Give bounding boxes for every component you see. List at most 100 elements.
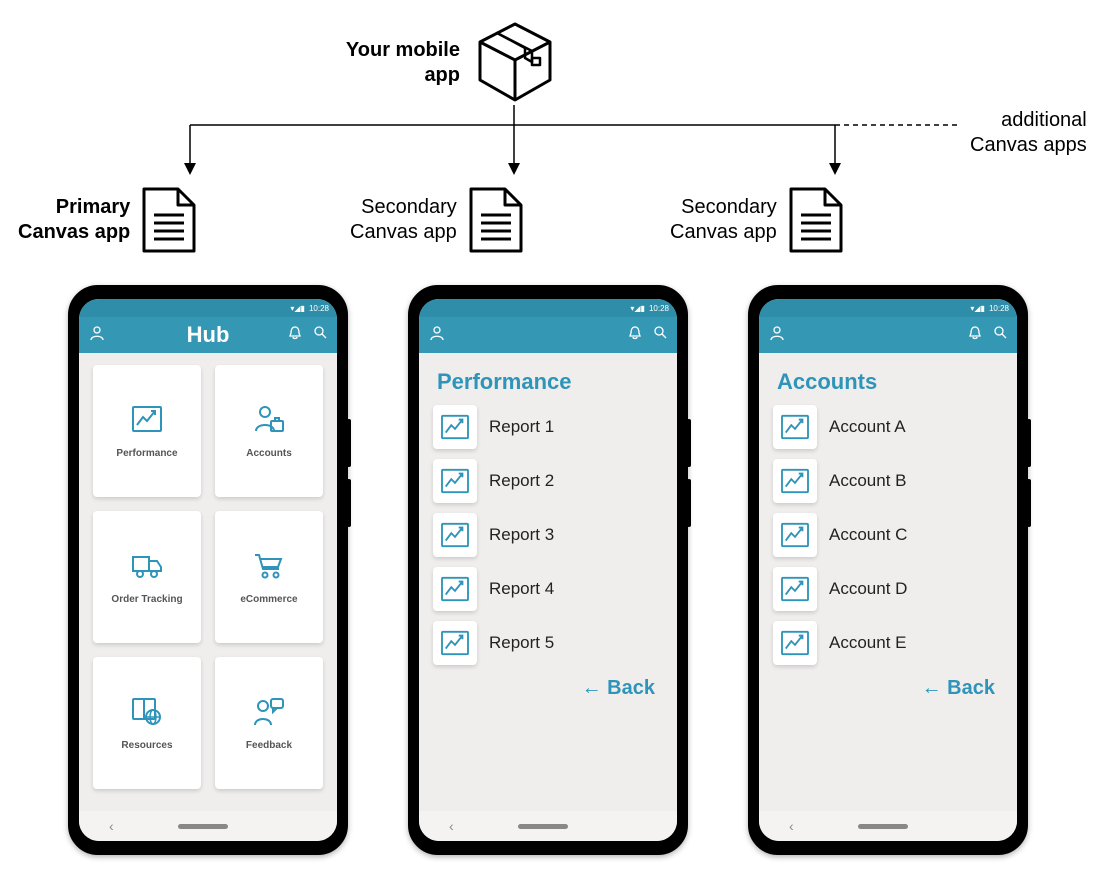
- package-icon: [470, 18, 560, 108]
- list-item[interactable]: Account B: [773, 459, 1003, 503]
- mobile-app-label: Your mobileapp: [320, 38, 460, 88]
- list-item-label: Report 3: [489, 525, 554, 545]
- nav-home-pill[interactable]: [518, 824, 568, 829]
- bell-icon[interactable]: [627, 325, 643, 346]
- nav-home-pill[interactable]: [178, 824, 228, 829]
- list-item-label: Account A: [829, 417, 906, 437]
- android-nav-bar: ‹: [759, 811, 1017, 841]
- list-column: Account A Account B Account C Account D: [773, 405, 1003, 665]
- nav-back-icon[interactable]: ‹: [789, 818, 794, 834]
- list-item[interactable]: Report 1: [433, 405, 663, 449]
- chart-icon: [433, 459, 477, 503]
- status-time: 10:28: [649, 304, 669, 313]
- status-bar: ▾◢▮10:28: [79, 299, 337, 317]
- chart-icon: [433, 513, 477, 557]
- back-link[interactable]: ← Back: [773, 677, 1003, 700]
- status-time: 10:28: [309, 304, 329, 313]
- person-briefcase-icon: [251, 403, 287, 440]
- phone-mockup: ▾◢▮10:28 Accounts Account A: [748, 285, 1028, 855]
- chart-icon: [773, 621, 817, 665]
- android-nav-bar: ‹: [419, 811, 677, 841]
- app-header: [759, 317, 1017, 353]
- android-nav-bar: ‹: [79, 811, 337, 841]
- app-header: Hub: [79, 317, 337, 353]
- hub-tile-label: Order Tracking: [111, 594, 182, 605]
- list-item[interactable]: Report 5: [433, 621, 663, 665]
- doc-labels-row: PrimaryCanvas app SecondaryCanvas app: [0, 185, 1103, 275]
- list-item[interactable]: Report 4: [433, 567, 663, 611]
- chart-icon: [773, 567, 817, 611]
- status-bar: ▾◢▮10:28: [419, 299, 677, 317]
- primary-doc-group: PrimaryCanvas app: [18, 185, 198, 255]
- hub-tile-order-tracking[interactable]: Order Tracking: [93, 511, 201, 643]
- cart-icon: [251, 549, 287, 586]
- app-body: Performance Report 1 Report 2 Report 3: [419, 353, 677, 811]
- header-title: Hub: [187, 322, 230, 348]
- list-item-label: Account B: [829, 471, 907, 491]
- hub-tile-label: eCommerce: [240, 594, 297, 605]
- document-icon: [467, 185, 525, 255]
- profile-icon[interactable]: [429, 325, 445, 346]
- nav-home-pill[interactable]: [858, 824, 908, 829]
- nav-back-icon[interactable]: ‹: [109, 818, 114, 834]
- section-title: Accounts: [777, 369, 1003, 395]
- hub-tile-resources[interactable]: Resources: [93, 657, 201, 789]
- search-icon[interactable]: [313, 325, 327, 346]
- hub-grid: Performance Accounts Order Tracking eCom…: [93, 365, 323, 799]
- book-globe-icon: [129, 695, 165, 732]
- app-body: Accounts Account A Account B Account C: [759, 353, 1017, 811]
- status-bar: ▾◢▮10:28: [759, 299, 1017, 317]
- phone-screen: ▾◢▮10:28 Hub Performance: [79, 299, 337, 841]
- list-item[interactable]: Account C: [773, 513, 1003, 557]
- bell-icon[interactable]: [287, 325, 303, 346]
- document-icon: [140, 185, 198, 255]
- list-item-label: Account C: [829, 525, 907, 545]
- app-body: Performance Accounts Order Tracking eCom…: [79, 353, 337, 811]
- phone-screen: ▾◢▮10:28 Performance Report 1: [419, 299, 677, 841]
- search-icon[interactable]: [993, 325, 1007, 346]
- additional-apps-label: additionalCanvas apps: [970, 108, 1087, 158]
- list-item-label: Report 4: [489, 579, 554, 599]
- person-chat-icon: [251, 695, 287, 732]
- truck-icon: [129, 549, 165, 586]
- chart-icon: [433, 405, 477, 449]
- phone-mockup: ▾◢▮10:28 Performance Report 1: [408, 285, 688, 855]
- hub-tile-feedback[interactable]: Feedback: [215, 657, 323, 789]
- phone-mockup: ▾◢▮10:28 Hub Performance: [68, 285, 348, 855]
- list-column: Report 1 Report 2 Report 3 Report 4: [433, 405, 663, 665]
- list-item[interactable]: Account D: [773, 567, 1003, 611]
- hub-tile-ecommerce[interactable]: eCommerce: [215, 511, 323, 643]
- phones-row: ▾◢▮10:28 Hub Performance: [68, 285, 1038, 855]
- list-item-label: Account D: [829, 579, 907, 599]
- chart-icon: [433, 567, 477, 611]
- list-item[interactable]: Account A: [773, 405, 1003, 449]
- secondary-doc-label-2: SecondaryCanvas app: [670, 195, 777, 245]
- list-item[interactable]: Report 3: [433, 513, 663, 557]
- list-item-label: Report 2: [489, 471, 554, 491]
- hub-tile-label: Performance: [116, 448, 177, 459]
- chart-icon: [773, 405, 817, 449]
- section-title: Performance: [437, 369, 663, 395]
- bell-icon[interactable]: [967, 325, 983, 346]
- chart-icon: [433, 621, 477, 665]
- hub-tile-label: Feedback: [246, 740, 292, 751]
- phone-screen: ▾◢▮10:28 Accounts Account A: [759, 299, 1017, 841]
- list-item[interactable]: Account E: [773, 621, 1003, 665]
- primary-doc-label: PrimaryCanvas app: [18, 195, 130, 245]
- nav-back-icon[interactable]: ‹: [449, 818, 454, 834]
- status-time: 10:28: [989, 304, 1009, 313]
- list-item[interactable]: Report 2: [433, 459, 663, 503]
- hub-tile-accounts[interactable]: Accounts: [215, 365, 323, 497]
- hub-tile-performance[interactable]: Performance: [93, 365, 201, 497]
- search-icon[interactable]: [653, 325, 667, 346]
- chart-icon: [129, 403, 165, 440]
- list-item-label: Report 1: [489, 417, 554, 437]
- profile-icon[interactable]: [89, 325, 105, 346]
- back-link[interactable]: ← Back: [433, 677, 663, 700]
- hub-tile-label: Accounts: [246, 448, 292, 459]
- secondary-doc-label-1: SecondaryCanvas app: [350, 195, 457, 245]
- chart-icon: [773, 459, 817, 503]
- secondary-doc-group-1: SecondaryCanvas app: [350, 185, 525, 255]
- app-header: [419, 317, 677, 353]
- profile-icon[interactable]: [769, 325, 785, 346]
